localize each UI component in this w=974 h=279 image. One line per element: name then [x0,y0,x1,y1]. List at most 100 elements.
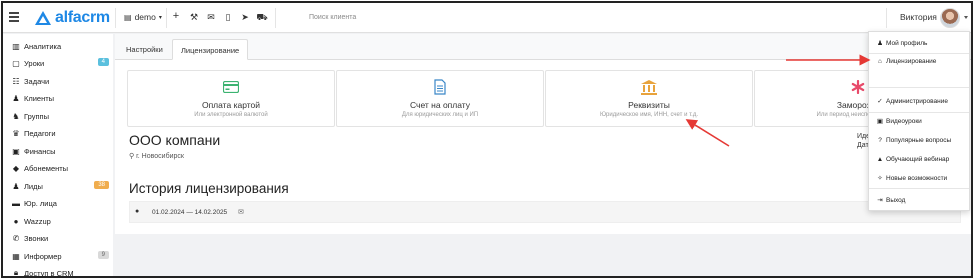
sidebar-item-legal-entities[interactable]: ▬ Юр. лица [11,196,109,210]
phone-icon[interactable]: ▯ [222,12,234,23]
cart-icon[interactable]: ⛟ [256,12,268,24]
invoice-option[interactable]: Счет на оплату Для юридических лиц и ИП [336,70,544,127]
sidebar: ▥ Аналитика ▢ Уроки 4 ☷ Задачи ♟ Клиенты… [3,34,113,278]
sidebar-item-label: Педагоги [24,128,56,138]
branch-selector[interactable]: ▤ demo ▾ [124,12,162,22]
sidebar-item-teachers[interactable]: ♛ Педагоги [11,126,109,140]
card-subtitle: Для юридических лиц и ИП [401,112,479,118]
main-content: Настройки Лицензирование Оплата картой И… [115,34,971,234]
user-name[interactable]: Виктория [900,12,937,22]
phone-icon: ✆ [12,233,20,243]
credit-card-icon [128,79,334,95]
user-icon: ♟ [12,93,20,103]
divider [869,53,969,54]
sidebar-item-calls[interactable]: ✆ Звонки [11,231,109,245]
card-title: Реквизиты [628,100,670,110]
user-dropdown-menu: ♟ Мой профиль ⌂ Лицензирование ✓ Админис… [868,31,970,211]
chart-icon: ▥ [12,41,20,51]
tab-licensing[interactable]: Лицензирование [172,39,249,60]
avatar[interactable] [940,8,960,28]
branch-label: demo [134,12,156,22]
tasks-icon: ☷ [12,76,20,86]
menu-item-webinar[interactable]: ▲ Обучающий вебинар [876,153,968,165]
location-pin-icon: ⚲ [129,153,135,160]
telegram-icon[interactable]: ➤ [239,12,251,23]
menu-item-logout[interactable]: ⇥ Выход [876,194,968,206]
license-period: 01.02.2024 — 14.02.2025 [152,209,228,216]
city-label: г. Новосибирск [136,153,184,160]
sidebar-item-label: Задачи [24,76,50,86]
sidebar-item-tasks[interactable]: ☷ Задачи [11,74,109,88]
sidebar-item-leads[interactable]: ♟ Лиды 38 [11,179,109,193]
card-subtitle: Юридическое имя, ИНН, счет и т.д. [599,112,699,118]
sidebar-item-wazzup[interactable]: ● Wazzup [11,214,109,228]
menu-item-label: Видеоуроки [886,117,922,125]
count-badge: 4 [97,58,109,66]
chevron-down-icon: ▾ [158,14,162,21]
lock-icon: 🔒︎ [13,268,19,277]
search-input[interactable]: Поиск клиента [309,14,356,21]
sidebar-item-label: Доступ в CRM [24,268,74,278]
sidebar-item-clients[interactable]: ♟ Клиенты [11,91,109,105]
count-badge: 9 [97,251,109,259]
menu-item-new-features[interactable]: ✧ Новые возможности [876,172,968,184]
divider [275,8,276,28]
payment-card-option[interactable]: Оплата картой Или электронной валютой [127,70,335,127]
wrench-icon[interactable]: ⚒ [188,12,200,23]
informer-icon: ▦ [12,251,20,261]
mail-icon[interactable]: ✉ [238,208,244,216]
menu-item-licensing[interactable]: ⌂ Лицензирование [876,55,968,67]
graduation-icon: ▲ [876,155,884,163]
sidebar-item-subscriptions[interactable]: ◆ Абонементы [11,161,109,175]
menu-item-label: Лицензирование [886,57,937,65]
sidebar-item-label: Лиды [24,181,43,191]
sidebar-item-analytics[interactable]: ▥ Аналитика [11,39,109,53]
menu-item-label: Администрирование [886,97,948,105]
divider [886,8,887,28]
sidebar-item-finance[interactable]: ▣ Финансы [11,144,109,158]
sidebar-item-label: Юр. лица [24,198,57,208]
sidebar-item-crm-access[interactable]: 🔒︎ Доступ в CRM [11,266,109,278]
sidebar-item-label: Абонементы [24,163,69,173]
sidebar-item-label: Клиенты [24,93,55,103]
logout-icon: ⇥ [877,197,883,204]
divider [166,8,167,28]
sidebar-item-groups[interactable]: ♞ Группы [11,109,109,123]
menu-item-profile[interactable]: ♟ Мой профиль [876,37,968,49]
logo-mark-icon [35,11,51,25]
menu-item-label: Популярные вопросы [886,136,952,144]
video-icon: ▣ [876,118,884,125]
company-date-label: Дат [857,142,869,149]
app-frame: alfacrm ▤ demo ▾ + ⚒ ✉ ▯ ➤ ⛟ Поиск клиен… [1,1,973,278]
invoice-icon [337,79,543,95]
tab-bar: Настройки Лицензирование [115,34,971,60]
menu-item-video-lessons[interactable]: ▣ Видеоуроки [876,115,968,127]
teacher-icon: ♛ [12,128,20,138]
lock-icon: ⌂ [878,57,882,65]
plus-icon[interactable]: + [170,10,182,22]
sidebar-item-informer[interactable]: ▦ Информер 9 [11,249,109,263]
user-icon: ♟ [877,40,883,47]
bank-icon [546,79,752,95]
tag-icon: ◆ [12,163,20,173]
requisites-option[interactable]: Реквизиты Юридическое имя, ИНН, счет и т… [545,70,753,127]
license-period-row[interactable]: ● 01.02.2024 — 14.02.2025 ✉ [129,201,961,223]
mail-icon[interactable]: ✉ [205,12,217,23]
question-icon: ? [878,136,882,144]
gift-icon: ✧ [877,175,883,182]
sidebar-item-label: Аналитика [24,41,62,51]
chevron-down-icon[interactable] [964,16,968,19]
sidebar-item-lessons[interactable]: ▢ Уроки 4 [11,56,109,70]
menu-icon[interactable] [9,12,19,22]
divider [869,87,969,88]
sidebar-item-label: Информер [24,251,62,261]
tab-settings[interactable]: Настройки [118,39,171,60]
menu-item-faq[interactable]: ? Популярные вопросы [876,134,968,146]
menu-item-label: Мой профиль [886,39,928,47]
money-icon: ▣ [12,146,20,156]
menu-item-administration[interactable]: ✓ Администрирование [876,95,968,107]
calendar-icon: ▢ [12,58,20,68]
sidebar-item-label: Уроки [24,58,45,68]
logo[interactable]: alfacrm [35,9,110,27]
menu-item-label: Новые возможности [886,174,948,182]
